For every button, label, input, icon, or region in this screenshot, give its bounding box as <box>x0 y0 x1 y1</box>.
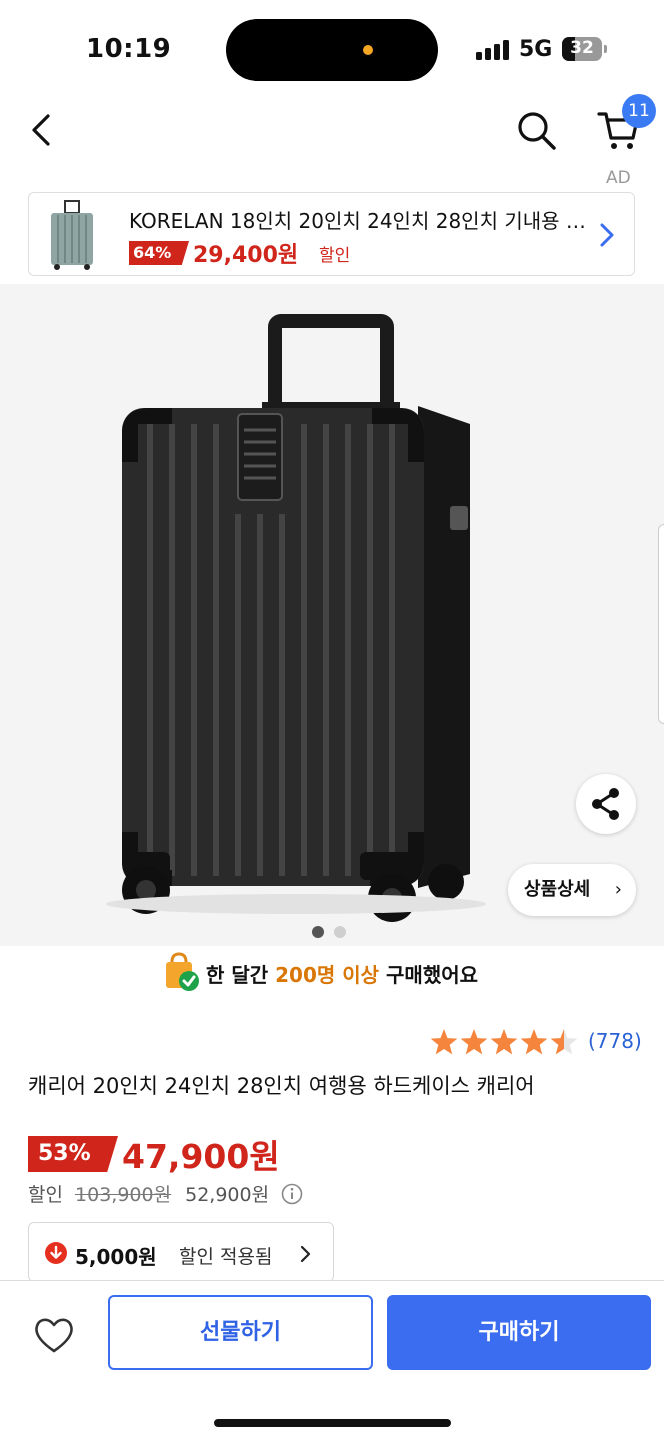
info-icon[interactable] <box>281 1183 303 1205</box>
gallery-page-indicator <box>312 926 356 940</box>
heart-icon <box>35 1318 73 1353</box>
product-image-gallery[interactable]: 상품상세 › <box>0 284 664 946</box>
star-icon <box>430 1029 458 1055</box>
chevron-right-icon <box>300 1245 311 1263</box>
chevron-left-icon <box>32 114 50 146</box>
battery-cap <box>604 45 607 53</box>
review-count-link[interactable]: (778) <box>588 1029 642 1053</box>
bottom-action-bar: 선물하기 구매하기 <box>0 1280 664 1440</box>
nav-header: 11 AD <box>0 94 664 190</box>
star-icon <box>550 1029 578 1055</box>
purchase-count-text: 한 달간 200명 이상 구매했어요 <box>206 959 478 988</box>
back-button[interactable] <box>22 110 62 150</box>
star-rating <box>430 1029 578 1055</box>
status-bar: 10:19 5G 32 <box>0 0 664 100</box>
original-price-row: 할인 103,900원 52,900원 <box>28 1180 303 1210</box>
ad-title: KORELAN 18인치 20인치 24인치 28인치 기내용 캐리어 <box>129 209 589 233</box>
gift-button[interactable]: 선물하기 <box>108 1295 373 1370</box>
search-icon <box>518 112 556 150</box>
star-icon <box>490 1029 518 1055</box>
battery-icon: 32 <box>562 37 602 61</box>
ad-label: AD <box>606 168 631 188</box>
ad-discount-badge: 64% <box>129 241 189 265</box>
proof-prefix: 한 달간 <box>206 963 276 987</box>
coupon-amount: 5,000원 <box>75 1245 157 1269</box>
sale-label: 할인 <box>28 1184 63 1206</box>
battery-percent: 32 <box>570 38 594 58</box>
sale-price: 52,900원 <box>185 1184 270 1206</box>
dynamic-island <box>226 19 438 81</box>
gallery-dot <box>334 926 346 938</box>
ad-banner[interactable]: KORELAN 18인치 20인치 24인치 28인치 기내용 캐리어 64% … <box>28 192 635 276</box>
share-icon <box>592 788 619 820</box>
home-indicator <box>214 1419 451 1427</box>
star-icon <box>520 1029 548 1055</box>
buy-button[interactable]: 구매하기 <box>387 1295 651 1370</box>
cart-count-badge: 11 <box>622 94 656 128</box>
current-price: 47,900원 <box>122 1137 280 1176</box>
gallery-dot <box>312 926 324 938</box>
arrow-down-circle-icon <box>45 1242 67 1264</box>
ad-price: 29,400원 <box>193 243 299 268</box>
coupon-label: 할인 적용됨 <box>179 1246 273 1268</box>
original-price: 103,900원 <box>75 1184 172 1206</box>
recording-dot-icon <box>363 45 373 55</box>
chevron-right-icon: › <box>614 879 622 900</box>
proof-suffix: 구매했어요 <box>379 963 479 987</box>
network-type: 5G <box>519 37 553 62</box>
status-time: 10:19 <box>86 34 172 64</box>
purchase-count-banner: 한 달간 200명 이상 구매했어요 <box>162 952 562 992</box>
ad-sale-label: 할인 <box>319 246 351 266</box>
product-detail-button[interactable]: 상품상세 › <box>508 864 636 916</box>
side-drawer-handle[interactable] <box>658 524 664 724</box>
search-button[interactable] <box>514 108 558 152</box>
suitcase-thumbnail <box>51 200 93 270</box>
discount-badge: 53% <box>28 1136 118 1172</box>
share-button[interactable] <box>576 774 636 834</box>
rating-summary[interactable]: (778) <box>430 1026 650 1058</box>
signal-bars-icon <box>476 40 510 60</box>
chevron-right-icon <box>600 223 614 247</box>
product-detail-label: 상품상세 <box>524 879 591 900</box>
shopping-bag-check-icon <box>166 952 199 991</box>
coupon-discount-button[interactable]: 5,000원 할인 적용됨 <box>28 1222 334 1282</box>
star-icon <box>460 1029 488 1055</box>
suitcase-image <box>0 284 664 946</box>
product-title: 캐리어 20인치 24인치 28인치 여행용 하드케이스 캐리어 <box>28 1074 535 1098</box>
price-row: 53% 47,900원 <box>28 1132 628 1176</box>
wishlist-button[interactable] <box>32 1313 76 1357</box>
proof-highlight: 200명 이상 <box>275 963 380 987</box>
